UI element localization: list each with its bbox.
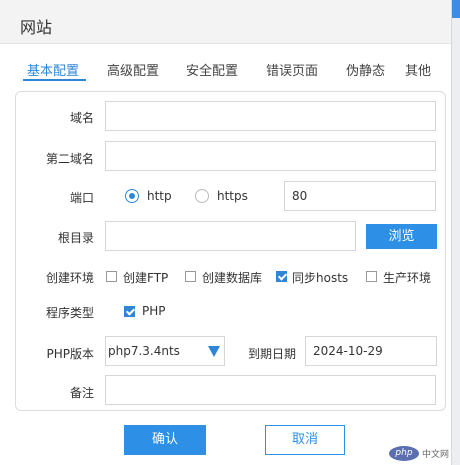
php-logo: php: [389, 446, 419, 461]
create-ftp-checkbox[interactable]: [106, 271, 117, 282]
expire-date-input[interactable]: 2024-10-29: [305, 336, 437, 366]
port-label: 端口: [69, 191, 94, 205]
https-radio[interactable]: [195, 189, 209, 203]
https-radio-label: https: [217, 189, 248, 203]
root-dir-label: 根目录: [57, 231, 94, 245]
sync-hosts-checkbox[interactable]: [276, 271, 287, 282]
production-env-label: 生产环境: [383, 271, 432, 285]
php-version-select[interactable]: php7.3.4nts: [105, 336, 225, 366]
domain-label: 域名: [69, 111, 94, 125]
php-label: PHP: [142, 304, 166, 318]
watermark: php 中文网: [389, 446, 453, 461]
tab-basic-config[interactable]: 基本配置: [27, 60, 79, 79]
dialog-title: 网站: [20, 18, 53, 37]
tab-other[interactable]: 其他: [405, 60, 431, 79]
dialog-titlebar: 网站: [0, 0, 451, 44]
tab-security-config[interactable]: 安全配置: [186, 60, 238, 79]
tab-active-indicator: [23, 79, 86, 81]
second-domain-label: 第二域名: [45, 152, 94, 166]
remark-label: 备注: [69, 386, 94, 400]
tab-bar: 基本配置 高级配置 安全配置 错误页面 伪静态 其他: [0, 58, 452, 84]
tab-advanced-config[interactable]: 高级配置: [107, 60, 159, 79]
domain-input[interactable]: [105, 101, 436, 131]
second-domain-input[interactable]: [105, 141, 436, 171]
root-dir-input[interactable]: [105, 221, 356, 251]
tab-error-pages[interactable]: 错误页面: [266, 60, 318, 79]
php-version-value: php7.3.4nts: [108, 344, 180, 358]
php-version-label: PHP版本: [46, 347, 95, 361]
website-dialog: 网站 基本配置 高级配置 安全配置 错误页面 伪静态 其他 域名 第二域名 端口…: [0, 0, 452, 465]
remark-input[interactable]: [105, 375, 436, 405]
browse-button[interactable]: 浏览: [366, 224, 437, 249]
tab-rewrite[interactable]: 伪静态: [346, 60, 385, 79]
confirm-button[interactable]: 确认: [124, 425, 206, 455]
port-input[interactable]: 80: [284, 181, 436, 211]
create-ftp-label: 创建FTP: [123, 271, 169, 285]
create-env-label: 创建环境: [45, 271, 94, 285]
cancel-button[interactable]: 取消: [265, 425, 345, 455]
http-radio-label: http: [147, 189, 172, 203]
create-database-checkbox[interactable]: [185, 271, 196, 282]
http-radio[interactable]: [125, 189, 139, 203]
php-checkbox[interactable]: [124, 306, 135, 317]
expire-date-label: 到期日期: [247, 347, 296, 361]
sync-hosts-label: 同步hosts: [292, 271, 349, 285]
program-type-label: 程序类型: [45, 306, 94, 320]
production-env-checkbox[interactable]: [366, 271, 377, 282]
create-database-label: 创建数据库: [202, 271, 263, 285]
watermark-text: 中文网: [422, 450, 450, 460]
